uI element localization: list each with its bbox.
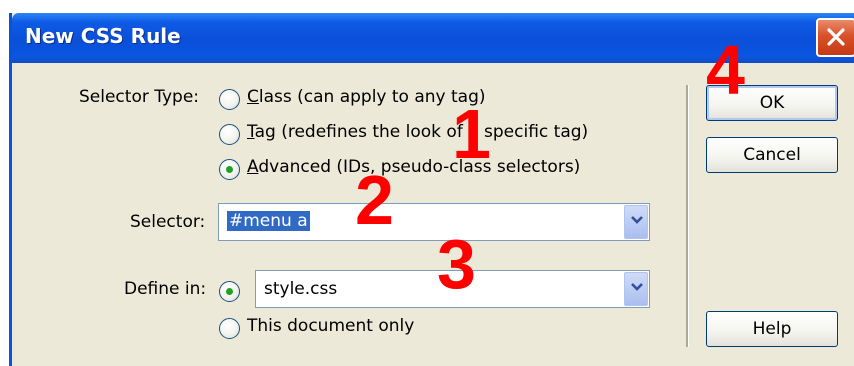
annotation-2: 2 (355, 161, 394, 239)
define-in-label: Define in: (124, 279, 207, 299)
radio-this-document[interactable] (219, 318, 240, 339)
radio-class-label[interactable]: Class (can apply to any tag) (247, 87, 486, 107)
selector-input-value[interactable]: #menu a (227, 211, 310, 231)
radio-advanced[interactable] (219, 159, 240, 180)
cancel-button[interactable]: Cancel (706, 137, 838, 173)
selector-label: Selector: (130, 212, 206, 232)
separator (686, 85, 689, 347)
annotation-4: 4 (706, 31, 745, 109)
annotation-1: 1 (452, 95, 491, 173)
radio-tag[interactable] (219, 124, 240, 145)
define-in-value[interactable]: style.css (264, 279, 337, 299)
close-button[interactable] (816, 18, 854, 57)
selector-dropdown-button[interactable] (624, 205, 648, 239)
radio-advanced-label[interactable]: Advanced (IDs, pseudo-class selectors) (247, 157, 580, 177)
define-in-dropdown-button[interactable] (624, 272, 648, 306)
dialog-window: New CSS Rule Selector Type: Class (can a… (9, 13, 854, 366)
help-button[interactable]: Help (706, 311, 838, 347)
radio-class[interactable] (219, 89, 240, 110)
radio-tag-label[interactable]: Tag (redefines the look of a specific ta… (247, 122, 588, 142)
close-icon (827, 28, 845, 46)
selector-combo[interactable]: #menu a (218, 203, 650, 241)
radio-define-file[interactable] (219, 281, 240, 302)
chevron-down-icon (631, 283, 643, 291)
dialog-title: New CSS Rule (25, 24, 181, 48)
annotation-3: 3 (437, 225, 476, 303)
selector-type-label: Selector Type: (79, 87, 200, 107)
this-document-label[interactable]: This document only (247, 316, 414, 336)
chevron-down-icon (631, 216, 643, 224)
